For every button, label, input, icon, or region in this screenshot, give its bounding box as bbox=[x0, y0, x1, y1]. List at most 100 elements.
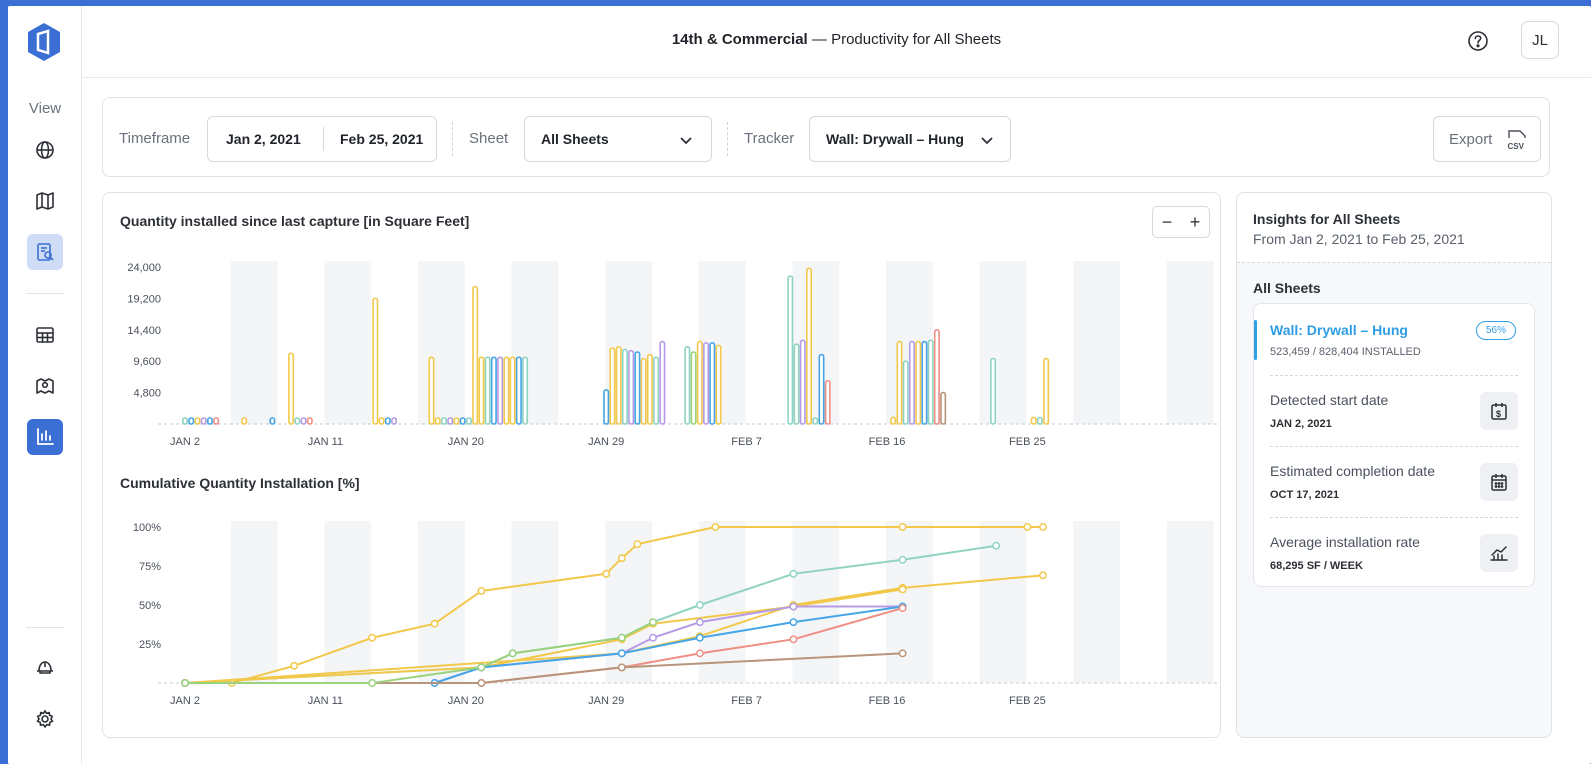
chart-band bbox=[324, 261, 372, 424]
timeframe-picker[interactable]: Jan 2, 2021 Feb 25, 2021 bbox=[207, 116, 437, 162]
data-point bbox=[992, 541, 1001, 550]
sheet-select[interactable]: All Sheets bbox=[524, 116, 712, 162]
insight-value: OCT 17, 2021 bbox=[1270, 489, 1340, 501]
chart-band bbox=[979, 521, 1027, 683]
user-avatar[interactable]: JL bbox=[1521, 21, 1559, 59]
start-date[interactable]: Jan 2, 2021 bbox=[226, 131, 301, 147]
x-tick-label: FEB 7 bbox=[731, 436, 762, 448]
sidebar-item-report[interactable] bbox=[27, 234, 63, 270]
tracker-progress: 523,459 / 828,404 INSTALLED bbox=[1270, 346, 1421, 358]
data-point bbox=[617, 554, 626, 563]
bar-mark bbox=[472, 285, 479, 425]
sidebar-item-map[interactable] bbox=[27, 183, 63, 219]
insights-section-title: All Sheets bbox=[1253, 280, 1321, 296]
data-point bbox=[602, 569, 611, 578]
line-chart: 100% 75% 50% 25% JAN 2 JAN 11 JAN 20 JAN 29 FEB … bbox=[133, 521, 1218, 707]
zoom-out-button[interactable]: − bbox=[1153, 207, 1181, 237]
data-point bbox=[617, 663, 626, 672]
x-tick-label: FEB 25 bbox=[1009, 695, 1046, 707]
view-label: View bbox=[28, 100, 62, 117]
sidebar-item-table[interactable] bbox=[27, 317, 63, 353]
bar-mark bbox=[818, 353, 825, 425]
bar-mark bbox=[182, 417, 189, 425]
report-icon bbox=[37, 243, 54, 261]
data-point bbox=[695, 649, 704, 658]
data-point bbox=[898, 649, 907, 658]
globe-icon bbox=[36, 141, 54, 159]
bar-mark bbox=[213, 417, 220, 425]
bar-mark bbox=[509, 356, 516, 425]
table-icon bbox=[36, 327, 54, 343]
insights-title: Insights for All Sheets bbox=[1253, 211, 1401, 227]
app-logo-icon[interactable] bbox=[26, 22, 62, 62]
data-point bbox=[617, 633, 626, 642]
bar-mark bbox=[1036, 416, 1043, 425]
insights-header: Insights for All Sheets From Jan 2, 2021… bbox=[1237, 193, 1551, 263]
sidebar-item-map-pin[interactable] bbox=[27, 368, 63, 404]
bar-mark bbox=[896, 340, 903, 425]
bar-mark bbox=[615, 346, 622, 425]
sidebar-item-settings[interactable] bbox=[27, 701, 63, 737]
sidebar-item-hard-hat[interactable] bbox=[27, 650, 63, 686]
filter-separator bbox=[452, 122, 453, 156]
x-tick-label: JAN 20 bbox=[448, 436, 484, 448]
bar-mark bbox=[447, 417, 454, 425]
y-tick-label: 75% bbox=[139, 561, 161, 573]
insight-value: 68,295 SF / WEEK bbox=[1270, 560, 1363, 572]
data-point bbox=[649, 618, 657, 627]
x-tick-label: FEB 25 bbox=[1009, 436, 1046, 448]
data-point bbox=[477, 679, 486, 687]
bar-mark bbox=[1030, 416, 1037, 425]
svg-text:$: $ bbox=[1496, 409, 1501, 419]
tracker-summary[interactable]: Wall: Drywall – Hung 523,459 / 828,404 I… bbox=[1254, 316, 1534, 376]
bar-mark bbox=[453, 417, 460, 425]
insight-start-date: Detected start date JAN 2, 2021 $ bbox=[1270, 375, 1518, 445]
insight-average-rate: Average installation rate 68,295 SF / WE… bbox=[1270, 517, 1518, 587]
bar-mark bbox=[793, 343, 800, 425]
bar-mark bbox=[659, 340, 666, 425]
bar-mark bbox=[684, 346, 691, 425]
svg-text:CSV: CSV bbox=[1508, 142, 1525, 151]
timeframe-label: Timeframe bbox=[119, 130, 191, 147]
export-label: Export bbox=[1449, 131, 1493, 148]
bar-mark bbox=[603, 389, 610, 425]
map-icon bbox=[36, 192, 54, 210]
tracker-select[interactable]: Wall: Drywall – Hung bbox=[809, 116, 1011, 162]
chart-band bbox=[979, 261, 1027, 424]
help-icon[interactable] bbox=[1467, 30, 1489, 52]
sidebar-item-productivity[interactable] bbox=[27, 419, 63, 455]
tracker-indicator bbox=[1254, 320, 1257, 360]
bar-mark bbox=[990, 357, 997, 425]
bar-mark bbox=[690, 351, 697, 425]
calendar-icon bbox=[1480, 463, 1518, 501]
data-point bbox=[430, 619, 439, 628]
bar-mark bbox=[703, 342, 710, 425]
zoom-in-button[interactable]: + bbox=[1181, 207, 1209, 237]
bar-mark bbox=[628, 349, 635, 425]
sheet-value: All Sheets bbox=[541, 131, 609, 147]
end-date[interactable]: Feb 25, 2021 bbox=[340, 131, 423, 147]
data-point bbox=[181, 679, 189, 687]
export-button[interactable]: Export CSV bbox=[1433, 116, 1541, 162]
date-divider bbox=[323, 127, 324, 151]
bar-mark bbox=[378, 417, 385, 425]
bar-mark bbox=[609, 347, 616, 425]
chart-band bbox=[418, 261, 465, 424]
sidebar-item-globe[interactable] bbox=[27, 132, 63, 168]
bar-mark bbox=[288, 352, 295, 425]
x-tick-label: FEB 7 bbox=[731, 695, 762, 707]
data-point bbox=[789, 635, 798, 644]
bar-mark bbox=[306, 417, 313, 425]
data-point bbox=[898, 555, 907, 564]
x-tick-label: JAN 2 bbox=[170, 695, 200, 707]
tracker-value: Wall: Drywall – Hung bbox=[826, 131, 964, 147]
data-point bbox=[477, 587, 486, 595]
sidebar: View bbox=[8, 6, 82, 764]
data-point bbox=[789, 569, 798, 578]
chevron-down-icon bbox=[680, 137, 692, 145]
data-point bbox=[898, 585, 907, 594]
insights-subtitle: From Jan 2, 2021 to Feb 25, 2021 bbox=[1253, 231, 1465, 247]
line-chart-title: Cumulative Quantity Installation [%] bbox=[120, 475, 360, 491]
bar-chart-icon bbox=[37, 428, 54, 445]
bar-mark bbox=[459, 417, 466, 425]
